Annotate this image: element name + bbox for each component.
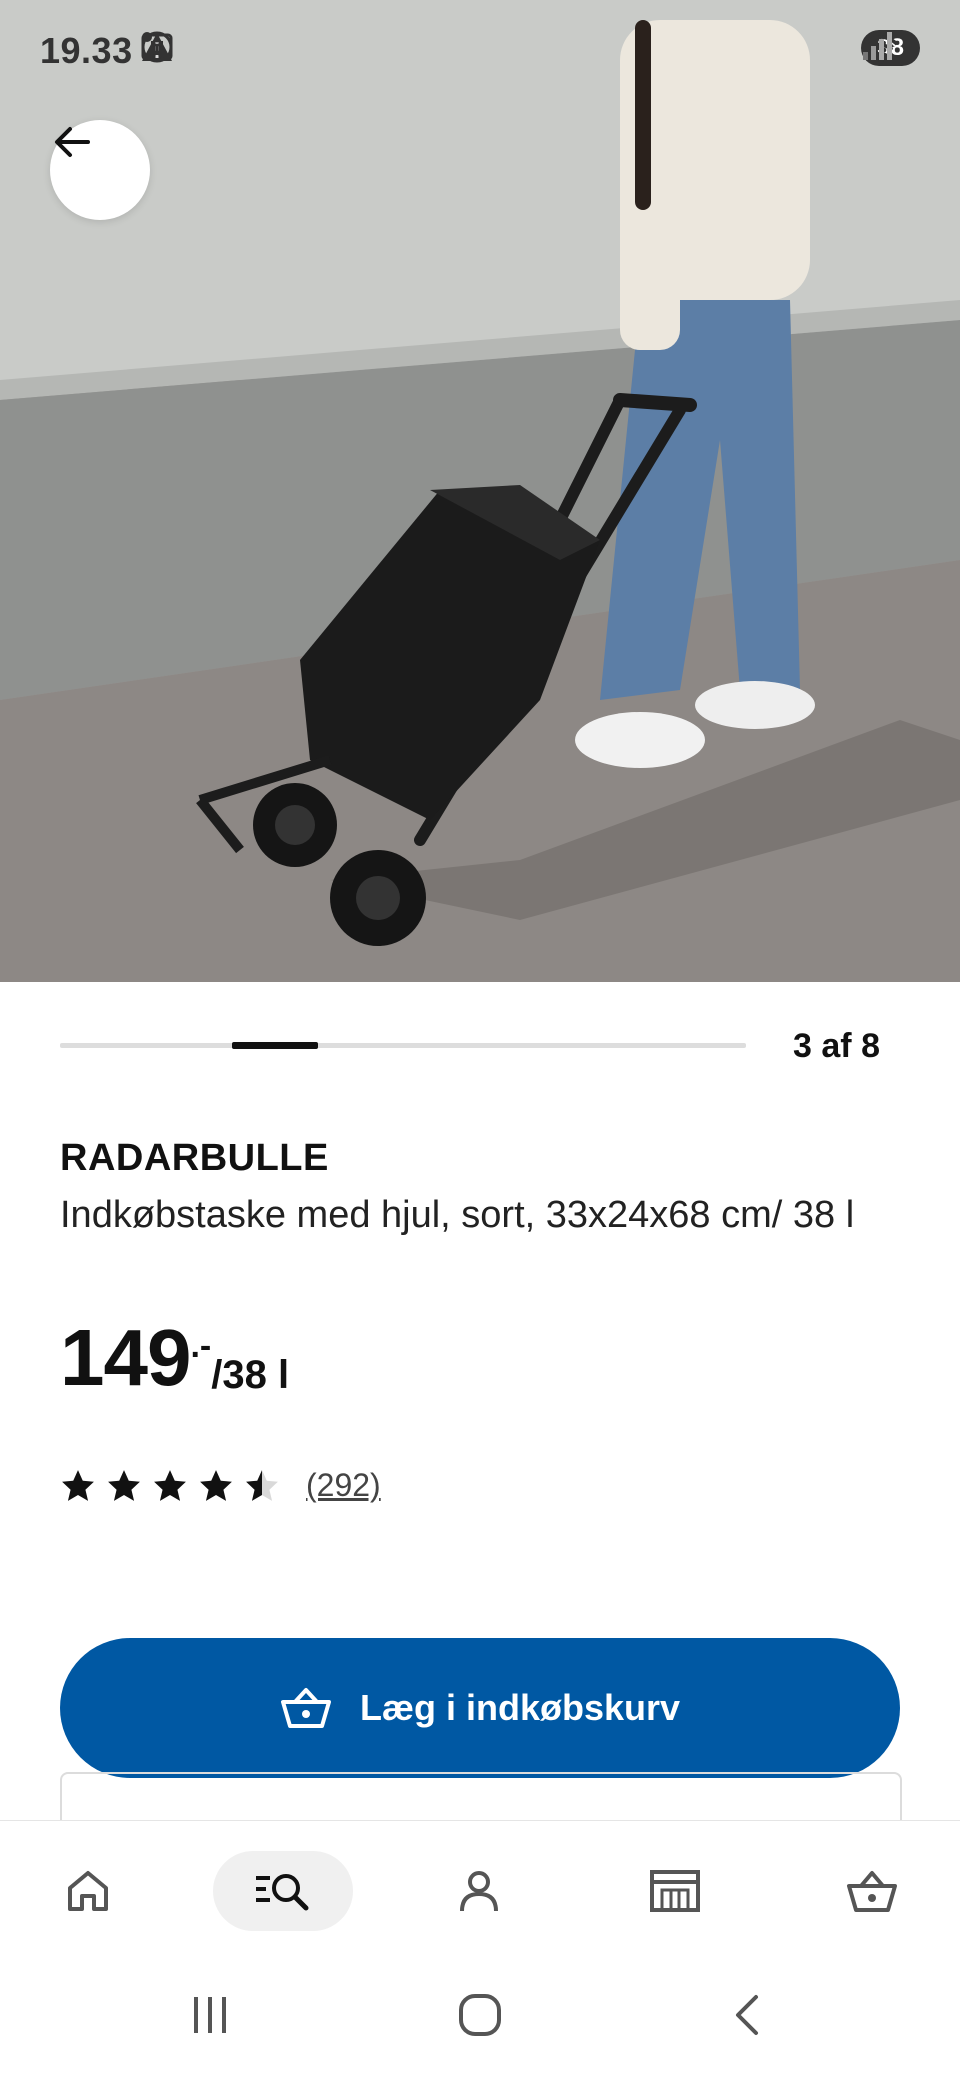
signal-icon: [863, 32, 893, 60]
review-count-link[interactable]: (292): [306, 1467, 381, 1504]
nav-search[interactable]: [213, 1851, 353, 1931]
notification-dot-icon: [142, 32, 152, 42]
nav-profile[interactable]: [439, 1851, 519, 1931]
product-description: Indkøbstaske med hjul, sort, 33x24x68 cm…: [60, 1194, 855, 1236]
add-to-cart-button[interactable]: Læg i indkøbskurv: [60, 1638, 900, 1778]
status-time: 19.33: [40, 30, 133, 71]
home-circle-icon: [459, 1994, 501, 2036]
cart-icon: [280, 1688, 331, 1728]
product-rating[interactable]: (292): [60, 1467, 381, 1504]
carousel-progress: [60, 1042, 746, 1049]
bottom-navigation: [0, 1820, 960, 1951]
price-unit: /38 l: [211, 1353, 290, 1397]
carousel-progress-current: [232, 1042, 318, 1049]
back-system-button[interactable]: [708, 1985, 788, 2045]
search-icon: [256, 1874, 309, 1911]
add-to-cart-label: Læg i indkøbskurv: [359, 1687, 681, 1728]
star-icon: [200, 1469, 232, 1501]
nav-store[interactable]: [635, 1851, 715, 1931]
star-icon: [154, 1469, 186, 1501]
status-icons-right: 38: [861, 30, 920, 66]
price-suffix: .-: [190, 1327, 212, 1365]
cart-icon: [847, 1871, 897, 1912]
home-icon: [68, 1871, 108, 1911]
product-price: 149 .- /38 l: [60, 1313, 289, 1403]
nav-cart[interactable]: [832, 1851, 912, 1931]
star-icon: [246, 1469, 278, 1501]
recent-apps-icon: [194, 1997, 226, 2033]
back-button[interactable]: [50, 120, 150, 220]
store-icon: [650, 1870, 700, 1912]
profile-icon: [460, 1871, 498, 1912]
product-image[interactable]: 19.33: [0, 0, 960, 982]
home-system-button[interactable]: [440, 1985, 520, 2045]
star-icon: [108, 1469, 140, 1501]
carousel-counter: 3 af 8: [793, 1027, 880, 1065]
price-amount: 149: [60, 1313, 191, 1402]
recent-apps-button[interactable]: [170, 1985, 250, 2045]
chevron-left-icon: [736, 1995, 758, 2035]
arrow-left-icon: [55, 127, 90, 157]
system-navigation-bar: [0, 1950, 960, 2080]
nav-home[interactable]: [48, 1851, 128, 1931]
star-icon: [62, 1469, 94, 1501]
rating-stars: [60, 1468, 280, 1504]
product-name: RADARBULLE: [60, 1137, 329, 1179]
status-bar: 19.33: [0, 0, 960, 100]
